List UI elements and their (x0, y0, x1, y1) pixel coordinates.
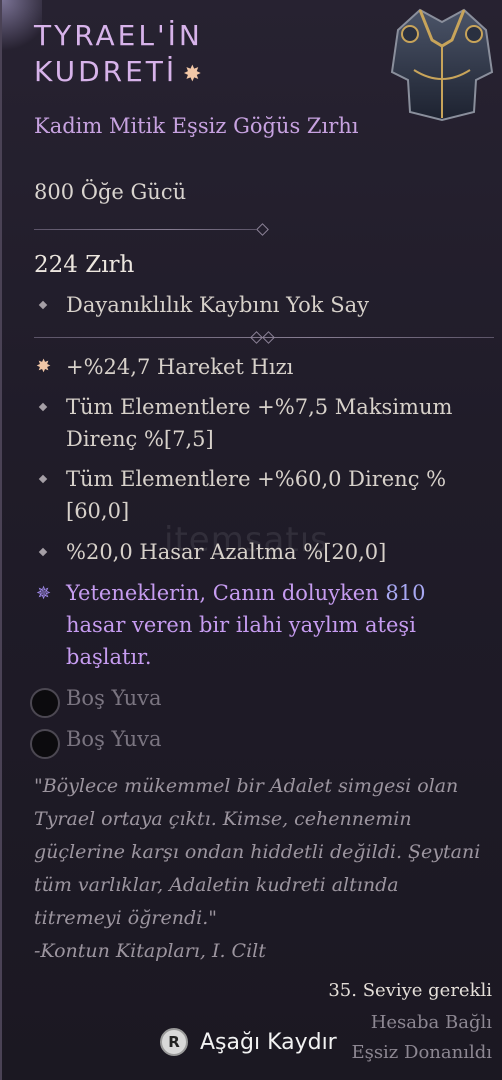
flavor-quote: "Böylece mükemmel bir Adalet simgesi ola… (34, 775, 481, 929)
divider-ornament (256, 223, 269, 236)
unique-equipped: Eşsiz Donanıldı (351, 1042, 492, 1063)
greater-affix-star-icon: ✸ (36, 356, 52, 377)
r-key-icon: R (160, 1028, 188, 1056)
item-tooltip: TYRAEL'İN KUDRETİ ✸ Kadim Mitik Eşsiz Göğ… (0, 0, 502, 1080)
unique-power-before: Yeteneklerin, Canın doluyken (66, 581, 386, 605)
implicit-affix: Dayanıklılık Kaybını Yok Say (66, 293, 369, 317)
unique-power-text: Yeteneklerin, Canın doluyken 810 hasar v… (66, 577, 466, 673)
affix-line: Tüm Elementlere +%7,5 Maksimum Direnç %[… (66, 395, 453, 451)
unique-power-after: hasar veren bir ilahi yaylım ateşi başla… (66, 613, 416, 669)
divider-ornament (250, 331, 263, 344)
empty-socket-icon (30, 688, 60, 718)
divider-ornament (262, 331, 275, 344)
affix-line: %20,0 Hasar Azaltma %[20,0] (66, 540, 387, 564)
scroll-down-prompt[interactable]: R Aşağı Kaydır (160, 1026, 337, 1058)
flavor-source: -Kontun Kitapları, I. Cilt (34, 940, 266, 962)
socket-label: Boş Yuva (66, 686, 162, 710)
item-name: TYRAEL'İN KUDRETİ (34, 19, 203, 88)
account-bound: Hesaba Bağlı (370, 1012, 492, 1033)
affix-bullet-icon (38, 474, 48, 484)
affix-line: +%24,7 Hareket Hızı (66, 355, 294, 379)
affix-bullet-icon (38, 547, 48, 557)
affix-line: Tüm Elementlere +%60,0 Direnç %[60,0] (66, 467, 447, 523)
item-power: 800 Öğe Gücü (34, 180, 187, 204)
item-type: Kadim Mitik Eşsiz Göğüs Zırhı (34, 114, 359, 138)
divider (34, 229, 256, 230)
mythic-star-icon: ✸ (183, 62, 205, 87)
chest-armor-icon (390, 8, 494, 122)
unique-power-icon: ✵ (36, 583, 52, 604)
level-requirement: 35. Seviye gerekli (328, 980, 492, 1001)
empty-socket-icon (30, 729, 60, 759)
implicit-bullet-icon (38, 300, 48, 310)
flavor-text: "Böylece mükemmel bir Adalet simgesi ola… (34, 770, 484, 968)
armor-value: 224 Zırh (34, 252, 135, 278)
affix-bullet-icon (38, 402, 48, 412)
item-title: TYRAEL'İN KUDRETİ ✸ (34, 18, 364, 93)
socket-label: Boş Yuva (66, 727, 162, 751)
scroll-down-label: Aşağı Kaydır (200, 1029, 337, 1055)
unique-power-value: 810 (385, 581, 426, 605)
